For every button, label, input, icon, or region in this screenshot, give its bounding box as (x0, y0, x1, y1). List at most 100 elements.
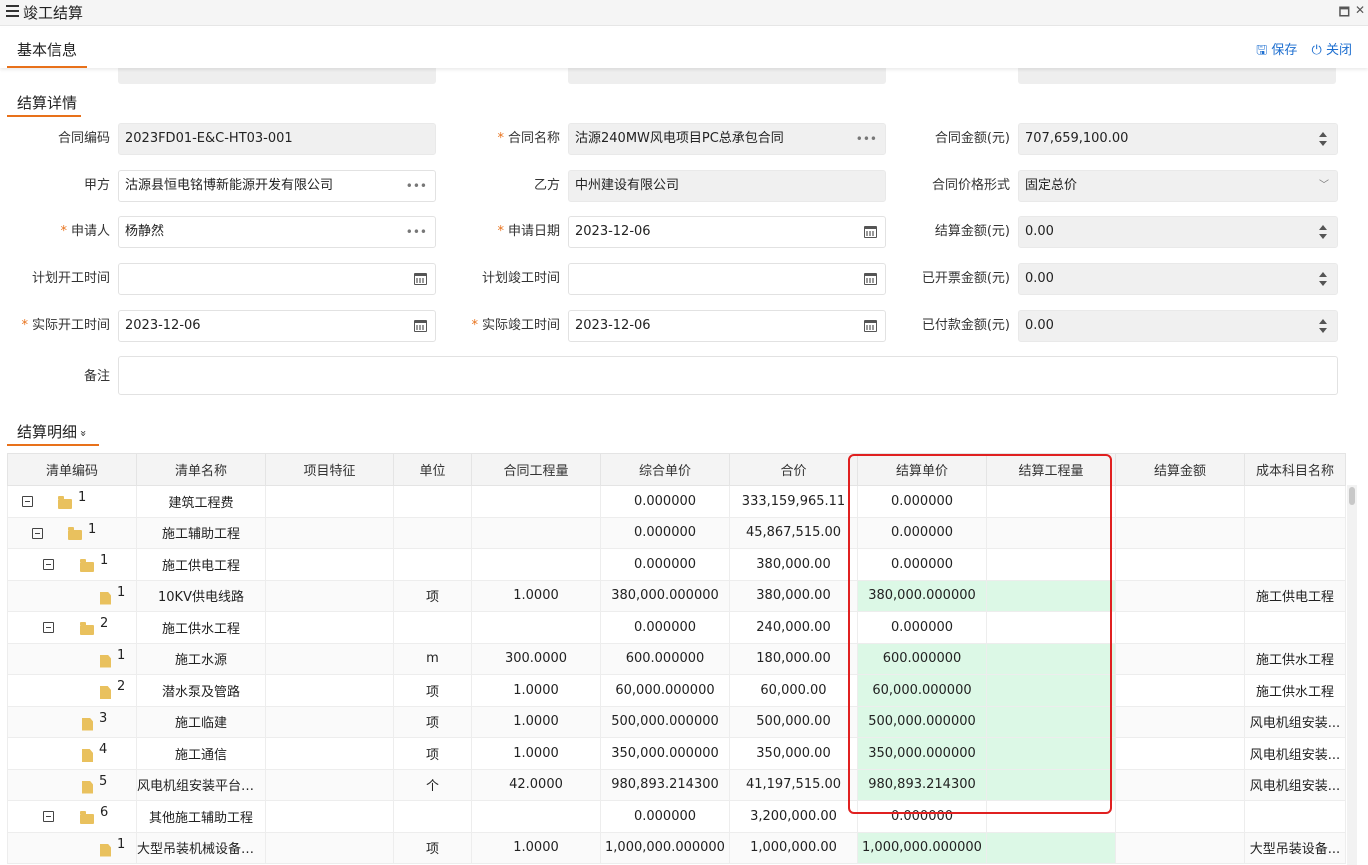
invoiced-amount-field[interactable]: 0.00 (1018, 263, 1338, 295)
price-form-select[interactable]: 固定总价 ﹀ (1018, 170, 1338, 202)
tree-cell[interactable]: 6 (7, 800, 137, 833)
calendar-icon[interactable] (864, 320, 877, 332)
tree-cell[interactable]: 1 (7, 642, 137, 675)
applicant-field[interactable]: 杨静然 ••• (118, 216, 436, 248)
cell-sprice: 0.000000 (857, 485, 987, 518)
table-row[interactable]: 4 施工通信项 1.0000 350,000.000000 350,000.00 350,… (7, 737, 1346, 770)
tree-cell[interactable]: 2 (7, 674, 137, 707)
settle-amount-field[interactable]: 0.00 (1018, 216, 1338, 248)
column-header[interactable]: 综合单价 (600, 453, 730, 486)
column-header[interactable]: 结算金额 (1115, 453, 1245, 486)
tree-cell[interactable]: 1 (7, 548, 137, 581)
column-header[interactable]: 结算单价 (857, 453, 987, 486)
chevron-down-icon[interactable]: » (77, 430, 90, 437)
hamburger-menu-icon[interactable] (6, 5, 19, 17)
paid-amount-field[interactable]: 0.00 (1018, 310, 1338, 342)
tree-cell[interactable]: 1 (7, 516, 137, 549)
cell-sqty[interactable] (986, 642, 1116, 675)
more-dots-icon[interactable]: ••• (406, 171, 427, 201)
party-b-field[interactable]: 中州建设有限公司 (568, 170, 886, 202)
cell-unit: 项 (393, 737, 472, 770)
contract-name-field[interactable]: 沽源240MW风电项目PC总承包合同 ••• (568, 123, 886, 155)
plan-end-field[interactable] (568, 263, 886, 295)
cell-sprice[interactable]: 60,000.000000 (857, 674, 987, 707)
table-row[interactable]: 6 其他施工辅助工程 0.000000 3,200,000.00 0.000000 (7, 800, 1346, 833)
collapse-toggle-icon[interactable] (22, 496, 33, 507)
column-header[interactable]: 合同工程量 (471, 453, 601, 486)
contract-code-field[interactable]: 2023FD01-E&C-HT03-001 (118, 123, 436, 155)
column-header[interactable]: 清单编码 (7, 453, 137, 486)
collapse-toggle-icon[interactable] (43, 811, 54, 822)
calendar-icon[interactable] (414, 273, 427, 285)
column-header[interactable]: 结算工程量 (986, 453, 1116, 486)
spinner-icon[interactable] (1319, 272, 1327, 286)
cell-unit (393, 800, 472, 833)
cell-sqty (986, 800, 1116, 833)
column-header[interactable]: 成本科目名称 (1244, 453, 1346, 486)
cell-sqty[interactable] (986, 674, 1116, 707)
cell-sqty[interactable] (986, 737, 1116, 770)
item-code: 2 (100, 616, 109, 631)
section-title-items[interactable]: 结算明细» (17, 421, 90, 442)
table-row[interactable]: 1 10KV供电线路项 1.0000 380,000.000000 380,000.00… (7, 579, 1346, 612)
calendar-icon[interactable] (864, 273, 877, 285)
plan-start-field[interactable] (118, 263, 436, 295)
cell-sqty[interactable] (986, 831, 1116, 864)
spinner-icon[interactable] (1319, 132, 1327, 146)
cell-sprice[interactable]: 1,000,000.000000 (857, 831, 987, 864)
cell-sqty[interactable] (986, 768, 1116, 801)
table-row[interactable]: 2 施工供水工程 0.000000 240,000.00 0.000000 (7, 611, 1346, 644)
column-header[interactable]: 合价 (729, 453, 858, 486)
tree-cell[interactable]: 4 (7, 737, 137, 770)
tree-cell[interactable]: 2 (7, 611, 137, 644)
collapse-toggle-icon[interactable] (43, 622, 54, 633)
table-row[interactable]: 2 潜水泵及管路项 1.0000 60,000.000000 60,000.00 60,0… (7, 674, 1346, 707)
calendar-icon[interactable] (414, 320, 427, 332)
table-row[interactable]: 1 施工供电工程 0.000000 380,000.00 0.000000 (7, 548, 1346, 581)
table-row[interactable]: 5 风电机组安装平台工... 个 42.0000 980,893.214300 41,19… (7, 768, 1346, 801)
tree-cell[interactable]: 1 (7, 579, 137, 612)
actual-end-field[interactable]: 2023-12-06 (568, 310, 886, 342)
cell-sqty[interactable] (986, 579, 1116, 612)
cell-cost: 大型吊装设备... (1244, 831, 1346, 864)
collapse-toggle-icon[interactable] (43, 559, 54, 570)
calendar-icon[interactable] (864, 226, 877, 238)
cell-sprice[interactable]: 980,893.214300 (857, 768, 987, 801)
table-row[interactable]: 3 施工临建项 1.0000 500,000.000000 500,000.00 500,… (7, 705, 1346, 738)
plan-start-label: 计划开工时间 (31, 271, 110, 286)
column-header[interactable]: 项目特征 (265, 453, 394, 486)
cell-sprice[interactable]: 600.000000 (857, 642, 987, 675)
table-row[interactable]: 1 施工辅助工程 0.000000 45,867,515.00 0.000000 (7, 516, 1346, 549)
maximize-icon[interactable]: 🗖 (1339, 3, 1350, 24)
party-a-field[interactable]: 沽源县恒电铭博新能源开发有限公司 ••• (118, 170, 436, 202)
table-row[interactable]: 1 施工水源 m 300.0000 600.000000 180,000.00 600.00… (7, 642, 1346, 675)
more-dots-icon[interactable]: ••• (406, 217, 427, 247)
actual-start-field[interactable]: 2023-12-06 (118, 310, 436, 342)
spinner-icon[interactable] (1319, 319, 1327, 333)
tree-cell[interactable]: 5 (7, 768, 137, 801)
remark-textarea[interactable] (118, 356, 1338, 395)
vertical-scrollbar[interactable] (1347, 485, 1357, 865)
cell-price: 0.000000 (600, 611, 730, 644)
tree-cell[interactable]: 1 (7, 831, 137, 864)
cell-sprice[interactable]: 380,000.000000 (857, 579, 987, 612)
chevron-down-icon: ﹀ (1319, 180, 1329, 191)
section-underline (7, 66, 87, 68)
collapse-toggle-icon[interactable] (32, 527, 43, 539)
contract-amount-field[interactable]: 707,659,100.00 (1018, 123, 1338, 155)
column-header[interactable]: 清单名称 (136, 453, 266, 486)
cell-sprice[interactable]: 500,000.000000 (857, 705, 987, 738)
close-button[interactable]: ⏻ 关闭 (1312, 43, 1352, 58)
save-button[interactable]: 🖫 保存 (1256, 43, 1297, 58)
apply-date-field[interactable]: 2023-12-06 (568, 216, 886, 248)
tree-cell[interactable]: 3 (7, 705, 137, 738)
cell-sprice[interactable]: 350,000.000000 (857, 737, 987, 770)
table-row[interactable]: 1 建筑工程费 0.000000 333,159,965.11 0.000000 (7, 485, 1346, 518)
more-dots-icon[interactable]: ••• (856, 124, 877, 154)
spinner-icon[interactable] (1319, 225, 1327, 239)
close-window-icon[interactable]: ✕ (1355, 3, 1365, 17)
tree-cell[interactable]: 1 (7, 485, 137, 518)
table-row[interactable]: 1 大型吊装机械设备进... 项 1.0000 1,000,000.000000 1,00… (7, 831, 1346, 864)
cell-sqty[interactable] (986, 705, 1116, 738)
column-header[interactable]: 单位 (393, 453, 472, 486)
